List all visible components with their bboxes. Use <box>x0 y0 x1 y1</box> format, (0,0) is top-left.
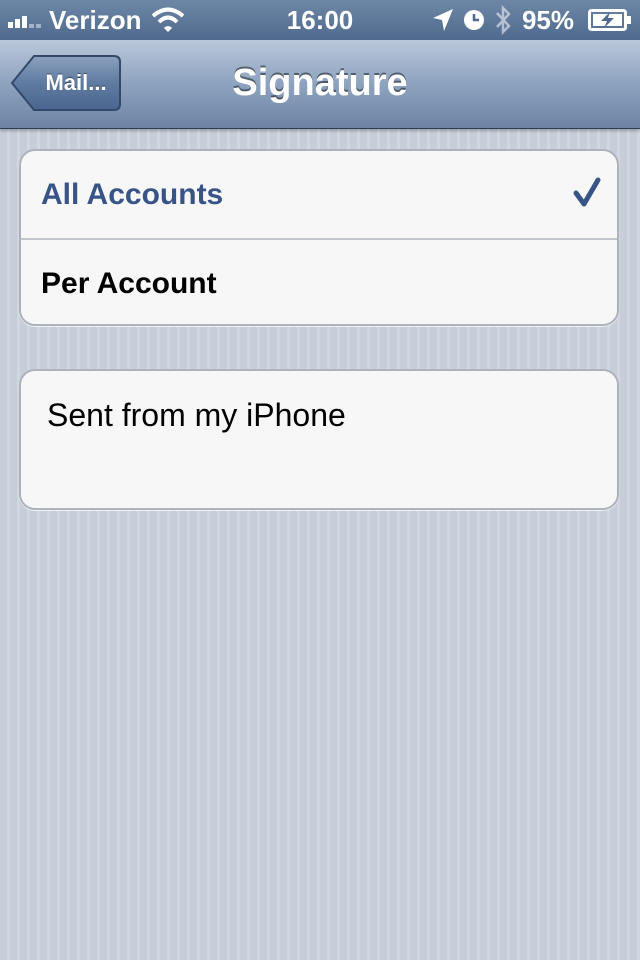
battery-percent: 95% <box>521 4 574 35</box>
option-all-accounts[interactable]: All Accounts <box>21 151 617 238</box>
battery-charging-icon <box>588 9 631 31</box>
status-right: 95% <box>424 0 632 40</box>
option-all-accounts-label: All Accounts <box>41 178 224 211</box>
option-per-account-label: Per Account <box>41 267 217 300</box>
signature-scope-group: All Accounts Per Account <box>19 149 619 326</box>
alarm-icon <box>463 10 484 30</box>
page-title: Signature <box>232 62 408 104</box>
option-per-account[interactable]: Per Account <box>21 238 617 325</box>
bluetooth-icon <box>496 5 511 35</box>
signature-text: Sent from my iPhone <box>47 397 346 433</box>
signature-text-area[interactable]: Sent from my iPhone <box>19 369 619 510</box>
checkmark-icon <box>573 177 601 207</box>
navigation-bar: Mail... Signature <box>0 40 640 129</box>
location-icon <box>432 9 453 31</box>
status-bar: Verizon 16:00 95% <box>0 0 640 40</box>
